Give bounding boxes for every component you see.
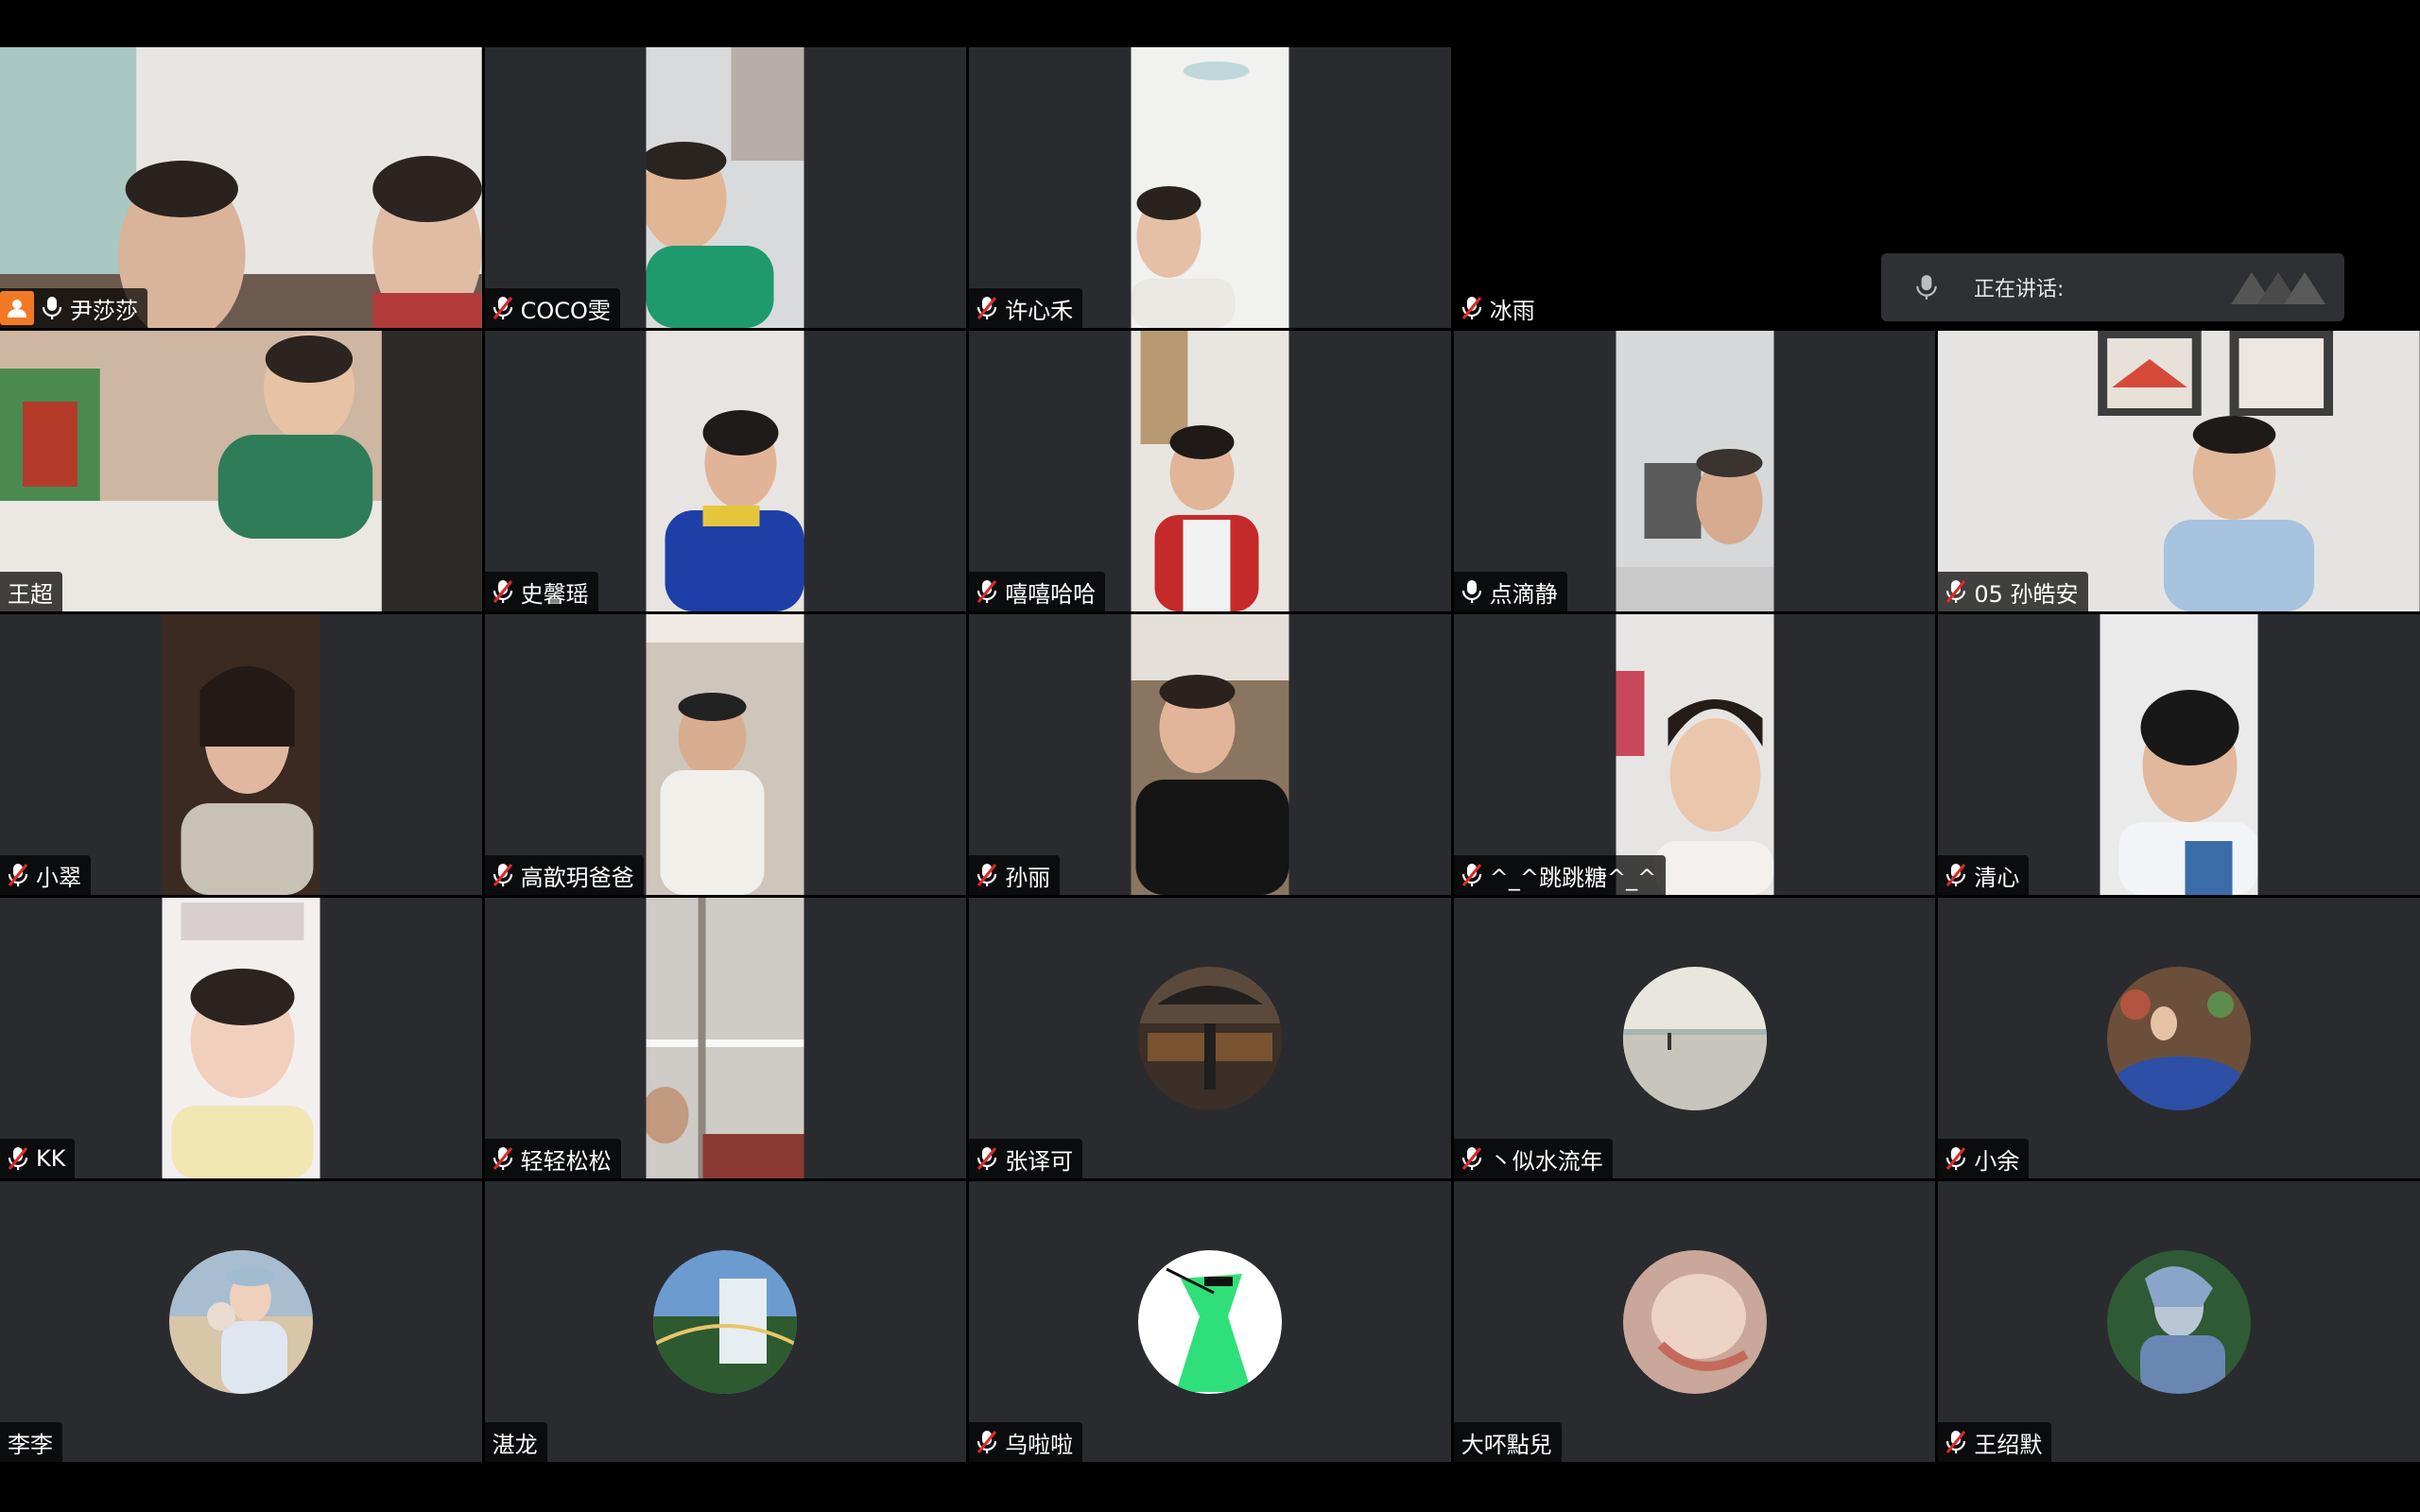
participant-video bbox=[1131, 614, 1289, 895]
participant-tile[interactable]: 嘻嘻哈哈 bbox=[969, 331, 1451, 611]
participant-video bbox=[646, 614, 804, 895]
participant-avatar bbox=[1137, 966, 1282, 1110]
app-logo-icon bbox=[2231, 272, 2325, 304]
participant-name-label: 李李 bbox=[0, 1422, 62, 1462]
participant-name-label: 05 孙皓安 bbox=[1938, 572, 2088, 611]
participant-tile[interactable]: COCO雯 bbox=[484, 47, 967, 328]
microphone-muted-icon bbox=[977, 297, 997, 319]
participant-name-label: COCO雯 bbox=[484, 288, 620, 328]
participant-name-label: 乌啦啦 bbox=[969, 1422, 1083, 1462]
participant-video bbox=[0, 331, 482, 611]
participant-video bbox=[162, 614, 320, 895]
participant-tile[interactable]: 冰雨 bbox=[1453, 47, 1936, 328]
microphone-muted-icon bbox=[1461, 1147, 1481, 1170]
participant-name-label: 小翠 bbox=[0, 855, 91, 895]
participant-name-label: 王超 bbox=[0, 572, 62, 611]
participant-tile[interactable]: 轻轻松松 bbox=[484, 898, 967, 1178]
microphone-icon bbox=[1916, 275, 1937, 300]
participant-video bbox=[162, 898, 320, 1178]
participant-tile[interactable]: 孙丽 bbox=[969, 614, 1451, 895]
microphone-muted-icon bbox=[1946, 1431, 1966, 1453]
participant-tile[interactable]: 尹莎莎 bbox=[0, 47, 482, 328]
participant-video bbox=[0, 47, 482, 328]
participant-avatar bbox=[2107, 966, 2252, 1110]
participant-video bbox=[646, 898, 804, 1178]
participant-name-label: 点滴静 bbox=[1453, 572, 1567, 611]
microphone-muted-icon bbox=[493, 580, 512, 603]
microphone-muted-icon bbox=[8, 1147, 28, 1170]
participant-name-label: 大吥點兒 bbox=[1453, 1422, 1562, 1462]
participant-video bbox=[646, 47, 804, 328]
participant-name-label: 小余 bbox=[1938, 1139, 2030, 1178]
microphone-muted-icon bbox=[977, 1431, 997, 1453]
participant-tile[interactable]: 李李 bbox=[0, 1181, 482, 1462]
participant-tile[interactable]: ^_^跳跳糖^_^ bbox=[1453, 614, 1936, 895]
participant-video bbox=[1131, 331, 1289, 611]
microphone-muted-icon bbox=[1461, 297, 1481, 319]
participant-tile[interactable]: 王绍默 bbox=[1938, 1181, 2420, 1462]
participant-name-label: 王绍默 bbox=[1938, 1422, 2052, 1462]
participant-name-label: 史馨瑶 bbox=[484, 572, 598, 611]
participant-tile[interactable]: 清心 bbox=[1938, 614, 2420, 895]
participant-tile[interactable]: 大吥點兒 bbox=[1453, 1181, 1936, 1462]
active-speaker-indicator: 正在讲话: bbox=[1881, 253, 2344, 321]
microphone-muted-icon bbox=[1946, 1147, 1966, 1170]
participant-avatar bbox=[168, 1249, 313, 1394]
participant-tile[interactable]: 点滴静 bbox=[1453, 331, 1936, 611]
participant-tile[interactable]: 湛龙 bbox=[484, 1181, 967, 1462]
participant-name-label: KK bbox=[0, 1139, 76, 1178]
microphone-icon bbox=[42, 297, 62, 319]
participant-name-label: 尹莎莎 bbox=[0, 288, 147, 328]
participant-tile[interactable]: 丶似水流年 bbox=[1453, 898, 1936, 1178]
microphone-muted-icon bbox=[1946, 864, 1966, 886]
microphone-muted-icon bbox=[1946, 580, 1966, 603]
participant-video bbox=[2100, 614, 2258, 895]
speaking-label: 正在讲话: bbox=[1974, 278, 2065, 301]
participant-name-label: 冰雨 bbox=[1453, 288, 1545, 328]
microphone-muted-icon bbox=[977, 1147, 997, 1170]
participant-name-label: ^_^跳跳糖^_^ bbox=[1453, 855, 1667, 895]
participant-video bbox=[1616, 331, 1774, 611]
participant-tile[interactable]: 许心禾 bbox=[969, 47, 1451, 328]
participant-tile[interactable]: 小余 bbox=[1938, 898, 2420, 1178]
participant-tile[interactable]: 乌啦啦 bbox=[969, 1181, 1451, 1462]
participant-tile[interactable]: 05 孙皓安 bbox=[1938, 331, 2420, 611]
participant-name-label: 许心禾 bbox=[969, 288, 1083, 328]
participant-name-label: 张译可 bbox=[969, 1139, 1083, 1178]
participant-avatar bbox=[1622, 1249, 1767, 1394]
participant-name-label: 轻轻松松 bbox=[484, 1139, 621, 1178]
microphone-muted-icon bbox=[493, 297, 512, 319]
participant-video bbox=[1616, 614, 1774, 895]
participant-avatar bbox=[2107, 1249, 2252, 1394]
microphone-muted-icon bbox=[977, 864, 997, 886]
participant-tile[interactable]: KK bbox=[0, 898, 482, 1178]
microphone-icon bbox=[1461, 580, 1481, 603]
participant-name-label: 湛龙 bbox=[484, 1422, 547, 1462]
participant-name-label: 清心 bbox=[1938, 855, 2030, 895]
participant-name-label: 丶似水流年 bbox=[1453, 1139, 1613, 1178]
participant-tile[interactable]: 高歆玥爸爸 bbox=[484, 614, 967, 895]
participant-tile[interactable]: 小翠 bbox=[0, 614, 482, 895]
participant-avatar bbox=[1622, 966, 1767, 1110]
participant-name-label: 孙丽 bbox=[969, 855, 1061, 895]
participant-tile[interactable]: 史馨瑶 bbox=[484, 331, 967, 611]
microphone-muted-icon bbox=[493, 1147, 512, 1170]
participant-avatar bbox=[653, 1249, 798, 1394]
microphone-muted-icon bbox=[8, 864, 28, 886]
participant-video bbox=[646, 331, 804, 611]
participant-tile[interactable]: 王超 bbox=[0, 331, 482, 611]
participant-name-label: 嘻嘻哈哈 bbox=[969, 572, 1106, 611]
participant-name-label: 高歆玥爸爸 bbox=[484, 855, 644, 895]
microphone-muted-icon bbox=[1461, 864, 1481, 886]
participant-avatar bbox=[1137, 1249, 1282, 1394]
participant-video bbox=[1131, 47, 1289, 328]
participant-video bbox=[1938, 331, 2420, 611]
microphone-muted-icon bbox=[977, 580, 997, 603]
host-icon bbox=[0, 291, 34, 325]
participant-tile[interactable]: 张译可 bbox=[969, 898, 1451, 1178]
microphone-muted-icon bbox=[493, 864, 512, 886]
